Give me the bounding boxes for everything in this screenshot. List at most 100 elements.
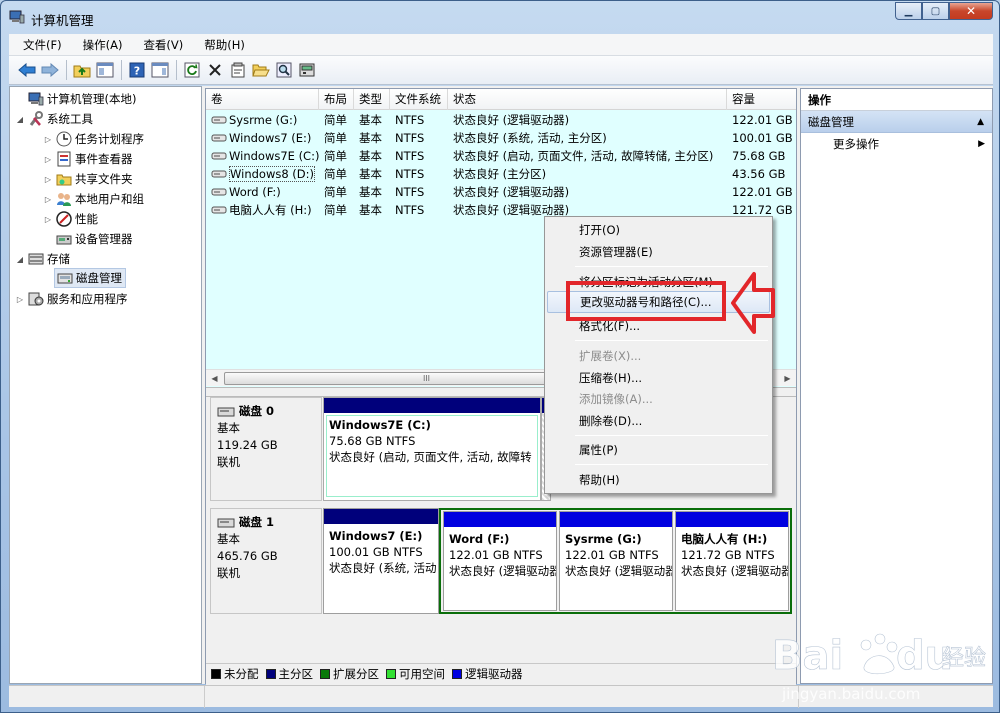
- menu-view[interactable]: 查看(V): [129, 37, 190, 53]
- table-row[interactable]: Word (F:) 简单 基本 NTFS 状态良好 (逻辑驱动器) 122.01 GB: [206, 183, 796, 201]
- tree-item-storage[interactable]: ◢ 存储: [14, 249, 70, 269]
- minimize-button[interactable]: ▁: [895, 2, 922, 20]
- title-bar[interactable]: 计算机管理 ▁ ▢ ✕: [1, 1, 999, 33]
- scroll-left-icon[interactable]: ◀: [206, 370, 223, 387]
- column-header-status[interactable]: 状态: [448, 89, 727, 110]
- column-header-volume[interactable]: 卷: [206, 89, 319, 110]
- collapse-icon[interactable]: ◢: [14, 115, 26, 124]
- column-header-layout[interactable]: 布局: [319, 89, 354, 110]
- tree-item-services-applications[interactable]: ▷ 服务和应用程序: [14, 289, 128, 309]
- expand-icon[interactable]: ▷: [42, 175, 54, 184]
- close-button[interactable]: ✕: [949, 2, 993, 20]
- help-button[interactable]: ?: [126, 59, 148, 81]
- computer-management-icon: [9, 10, 25, 24]
- table-row[interactable]: Sysrme (G:) 简单 基本 NTFS 状态良好 (逻辑驱动器) 122.01 GB: [206, 111, 796, 129]
- menu-explorer[interactable]: 资源管理器(E): [547, 241, 770, 263]
- tree-item-performance[interactable]: ▷ 性能: [42, 209, 98, 229]
- scroll-right-icon[interactable]: ▶: [779, 370, 796, 387]
- partition-h[interactable]: 电脑人人有 (H:) 121.72 GB NTFS 状态良好 (逻辑驱动器: [675, 511, 789, 611]
- partition-bar-primary: [324, 398, 540, 413]
- table-row[interactable]: Windows7 (E:) 简单 基本 NTFS 状态良好 (系统, 活动, 主分区) 1…: [206, 129, 796, 147]
- partition-c[interactable]: Windows7E (C:) 75.68 GB NTFS 状态良好 (启动, 页…: [323, 397, 541, 501]
- menu-file[interactable]: 文件(F): [9, 37, 69, 53]
- section-label: 磁盘管理: [808, 115, 854, 129]
- refresh-button[interactable]: [181, 59, 203, 81]
- expand-icon[interactable]: ▷: [42, 195, 54, 204]
- show-hide-tree-button[interactable]: [94, 59, 116, 81]
- tree-item-system-tools[interactable]: ◢ 系统工具: [14, 109, 93, 129]
- partition-g[interactable]: Sysrme (G:) 122.01 GB NTFS 状态良好 (逻辑驱动器: [559, 511, 673, 611]
- volume-capacity: 122.01 GB: [732, 113, 793, 127]
- refresh-icon: [184, 62, 200, 78]
- computer-icon: [28, 91, 44, 107]
- disk-0-label[interactable]: 磁盘 0 基本 119.24 GB 联机: [210, 397, 322, 501]
- column-header-filesystem[interactable]: 文件系统: [390, 89, 448, 110]
- partition-size: 100.01 GB NTFS: [329, 545, 423, 559]
- table-row[interactable]: Windows7E (C:) 简单 基本 NTFS 状态良好 (启动, 页面文件, 活动…: [206, 147, 796, 165]
- partition-status: 状态良好 (逻辑驱动器: [449, 564, 557, 578]
- volume-drive-icon: [211, 206, 227, 214]
- expand-icon[interactable]: ▷: [14, 295, 26, 304]
- volume-name-text: Windows8 (D:): [229, 166, 316, 182]
- partition-f[interactable]: Word (F:) 122.01 GB NTFS 状态良好 (逻辑驱动器: [443, 511, 557, 611]
- disk-1-status: 联机: [217, 566, 240, 580]
- volume-name: Windows8 (D:): [206, 165, 319, 183]
- volume-filesystem: NTFS: [395, 131, 425, 145]
- status-cell: [9, 686, 205, 708]
- delete-button[interactable]: [204, 59, 226, 81]
- properties-button[interactable]: [227, 59, 249, 81]
- tree-label: 计算机管理(本地): [47, 92, 137, 106]
- tree-item-disk-management[interactable]: 磁盘管理: [54, 268, 126, 288]
- volume-drive-icon: [211, 170, 227, 178]
- menu-open[interactable]: 打开(O): [547, 219, 770, 241]
- maximize-button[interactable]: ▢: [922, 2, 949, 20]
- device-manager-icon: [56, 231, 72, 247]
- disk-drive-icon: [217, 407, 235, 416]
- collapse-up-icon[interactable]: ▲: [977, 111, 984, 133]
- collapse-icon[interactable]: ◢: [14, 255, 26, 264]
- tree-item-task-scheduler[interactable]: ▷ 任务计划程序: [42, 129, 144, 149]
- back-button[interactable]: [16, 59, 38, 81]
- menu-help[interactable]: 帮助(H): [190, 37, 252, 53]
- menu-extend-volume[interactable]: 扩展卷(X)...: [547, 345, 770, 367]
- menu-action[interactable]: 操作(A): [69, 37, 130, 53]
- menu-help-item[interactable]: 帮助(H): [547, 469, 770, 491]
- tree-item-shared-folders[interactable]: ▷ 共享文件夹: [42, 169, 133, 189]
- expand-icon[interactable]: ▷: [42, 135, 54, 144]
- disk-icon: [57, 270, 73, 286]
- expand-icon[interactable]: ▷: [42, 215, 54, 224]
- disk-1-label[interactable]: 磁盘 1 基本 465.76 GB 联机: [210, 508, 322, 614]
- volume-drive-icon: [211, 134, 227, 142]
- legend-swatch-extended: [320, 668, 330, 679]
- menu-shrink-volume[interactable]: 压缩卷(H)...: [547, 367, 770, 389]
- column-header-type[interactable]: 类型: [354, 89, 390, 110]
- actions-section-disk-management[interactable]: 磁盘管理 ▲: [801, 111, 992, 133]
- column-header-capacity[interactable]: 容量: [727, 89, 796, 110]
- legend-label: 未分配: [224, 666, 259, 681]
- table-row[interactable]: Windows8 (D:) 简单 基本 NTFS 状态良好 (主分区) 43.56 GB: [206, 165, 796, 183]
- volume-name: Word (F:): [206, 183, 319, 201]
- tree-label: 存储: [47, 252, 70, 266]
- partition-e[interactable]: Windows7 (E:) 100.01 GB NTFS 状态良好 (系统, 活…: [323, 508, 439, 614]
- disk-tools-button[interactable]: [296, 59, 318, 81]
- expand-icon[interactable]: ▷: [42, 155, 54, 164]
- forward-button[interactable]: [39, 59, 61, 81]
- menu-properties[interactable]: 属性(P): [547, 439, 770, 461]
- up-folder-button[interactable]: [71, 59, 93, 81]
- tree-item-computer-management[interactable]: 计算机管理(本地): [14, 89, 136, 109]
- folder-open-icon: [252, 64, 270, 77]
- disk-0-status: 联机: [217, 455, 240, 469]
- tree-item-device-manager[interactable]: 设备管理器: [54, 229, 133, 249]
- forward-arrow-icon: [41, 63, 59, 77]
- highlight-box: [566, 281, 726, 321]
- tree-item-local-users[interactable]: ▷ 本地用户和组: [42, 189, 144, 209]
- tree-item-event-viewer[interactable]: ▷ 事件查看器: [42, 149, 133, 169]
- more-actions-item[interactable]: 更多操作 ▶: [801, 133, 992, 155]
- open-button[interactable]: [250, 59, 272, 81]
- action-pane-button[interactable]: [149, 59, 171, 81]
- watermark-brand-3: 经验: [942, 646, 986, 671]
- shared-folder-icon: [56, 171, 72, 187]
- menu-add-mirror[interactable]: 添加镜像(A)...: [547, 388, 770, 410]
- menu-delete-volume[interactable]: 删除卷(D)...: [547, 410, 770, 432]
- search-button[interactable]: [273, 59, 295, 81]
